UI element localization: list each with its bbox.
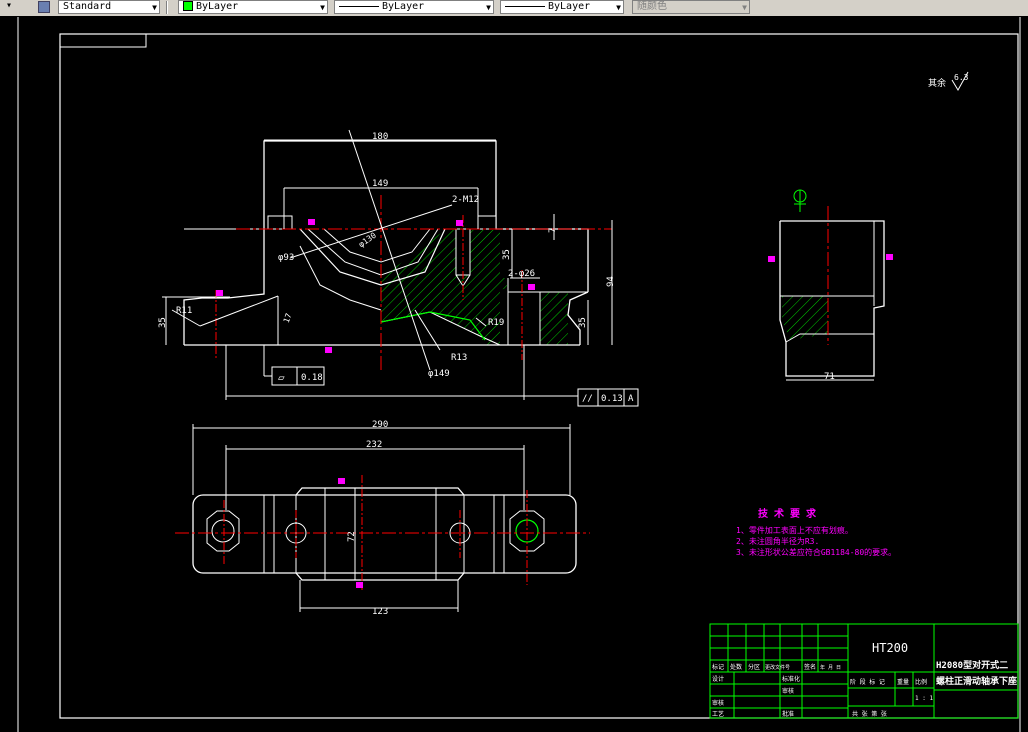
dim-r13: R13	[451, 353, 467, 363]
toolbar-separator	[166, 1, 168, 14]
roughness-marker-icon	[308, 219, 315, 225]
tb-weight: 重量	[897, 678, 909, 686]
dim-phi149: φ149	[428, 369, 450, 379]
properties-toolbar: ▾ Standard ▼ ByLayer ▼ ByLayer ▼ ByLayer…	[0, 0, 1028, 17]
plot-style-value: 随颜色	[637, 1, 667, 12]
dim-72: 72	[347, 531, 357, 542]
chevron-down-icon: ▼	[486, 3, 491, 12]
lineweight-value: ByLayer	[548, 1, 591, 12]
parallelism-icon: //	[582, 394, 593, 404]
dim-290: 290	[372, 420, 388, 430]
tb-design: 设计	[712, 675, 724, 683]
roughness-marker-icon	[528, 284, 535, 290]
tb-total: 共 张 第 张	[852, 710, 887, 718]
chevron-down-icon: ▼	[152, 3, 157, 12]
roughness-marker-icon	[886, 254, 893, 260]
part-name-line2: 螺柱正滑动轴承下座	[936, 675, 1017, 687]
tb-approve: 批准	[782, 710, 794, 718]
tolerance-2-datum: A	[628, 394, 634, 404]
dim-phi93: φ93	[278, 253, 294, 263]
tech-item-2: 2、未注圆角半径为R3.	[736, 536, 819, 546]
plot-style-select: 随颜色 ▼	[632, 0, 750, 14]
dim-232: 232	[366, 440, 382, 450]
roughness-marker-icon	[325, 347, 332, 353]
dim-149: 149	[372, 179, 388, 189]
tb-sign: 签名	[804, 663, 816, 671]
material-text: HT200	[872, 641, 908, 655]
tb-count: 处数	[730, 663, 742, 671]
dim-35c: 35	[158, 317, 168, 328]
tb-scale-value: 1 : 1	[915, 695, 933, 702]
tech-title: 技 术 要 求	[758, 507, 817, 520]
roughness-label: 其余	[928, 77, 946, 89]
dim-71: 71	[824, 372, 835, 382]
color-swatch-icon	[183, 1, 193, 11]
roughness-marker-icon	[456, 220, 463, 226]
dim-2m12: 2-M12	[452, 195, 479, 205]
tb-process: 工艺	[712, 710, 724, 718]
tolerance-2-value: 0.13	[601, 394, 623, 404]
tb-mark: 标记	[712, 663, 724, 671]
text-style-select[interactable]: Standard ▼	[58, 0, 160, 14]
tb-zone: 分区	[748, 663, 760, 671]
right-pad	[477, 215, 497, 230]
roughness-marker-icon	[338, 478, 345, 484]
dim-7: 7	[548, 228, 558, 233]
tech-item-3: 3、未注形状公差应符合GB1184-80的要求。	[736, 547, 896, 557]
tolerance-1-value: 0.18	[301, 373, 323, 383]
layer-color-value: ByLayer	[196, 1, 239, 12]
linetype-sample-icon	[339, 5, 379, 7]
tb-check: 审核	[782, 687, 794, 695]
dim-123: 123	[372, 607, 388, 617]
text-style-value: Standard	[63, 1, 112, 12]
tech-item-1: 1、零件加工表面上不应有划痕。	[736, 525, 853, 535]
chevron-down-icon: ▼	[742, 3, 747, 12]
tb-date: 年 月 日	[820, 664, 841, 671]
roughness-marker-icon	[768, 256, 775, 262]
dim-180: 180	[372, 132, 388, 142]
roughness-marker-icon	[216, 290, 223, 296]
text-style-icon[interactable]	[38, 1, 50, 13]
tb-scale: 比例	[915, 678, 927, 686]
dim-35a: 35	[502, 249, 512, 260]
toolbar-dropdown-arrow[interactable]: ▾	[2, 0, 28, 14]
part-name-line1: H2080型对开式二	[936, 659, 1008, 671]
tb-review: 审核	[712, 699, 724, 707]
layer-color-select[interactable]: ByLayer ▼	[178, 0, 328, 14]
lineweight-sample-icon	[505, 5, 545, 7]
dim-r19: R19	[488, 318, 504, 328]
chevron-down-icon: ▼	[320, 3, 325, 12]
chevron-down-icon: ▼	[616, 3, 621, 12]
front-boss-hatch	[540, 292, 568, 345]
drawing-canvas[interactable]: 其余 6.3 180 149 2-M12 7 35 94 2-φ26 35 35…	[0, 16, 1028, 732]
tb-stage: 阶 段 标 记	[850, 678, 885, 686]
dim-2phi26: 2-φ26	[508, 269, 535, 279]
flatness-icon: ▱	[278, 371, 285, 384]
tb-std: 标准化	[782, 675, 800, 683]
linetype-select[interactable]: ByLayer ▼	[334, 0, 494, 14]
tb-doc: 更改文件号	[765, 664, 790, 671]
linetype-value: ByLayer	[382, 1, 425, 12]
dim-35b: 35	[578, 317, 588, 328]
roughness-marker-icon	[356, 582, 363, 588]
left-pad	[267, 215, 293, 230]
dim-94: 94	[606, 276, 616, 287]
dim-r11: R11	[176, 306, 192, 316]
side-section-hatch	[782, 296, 828, 340]
lineweight-select[interactable]: ByLayer ▼	[500, 0, 624, 14]
